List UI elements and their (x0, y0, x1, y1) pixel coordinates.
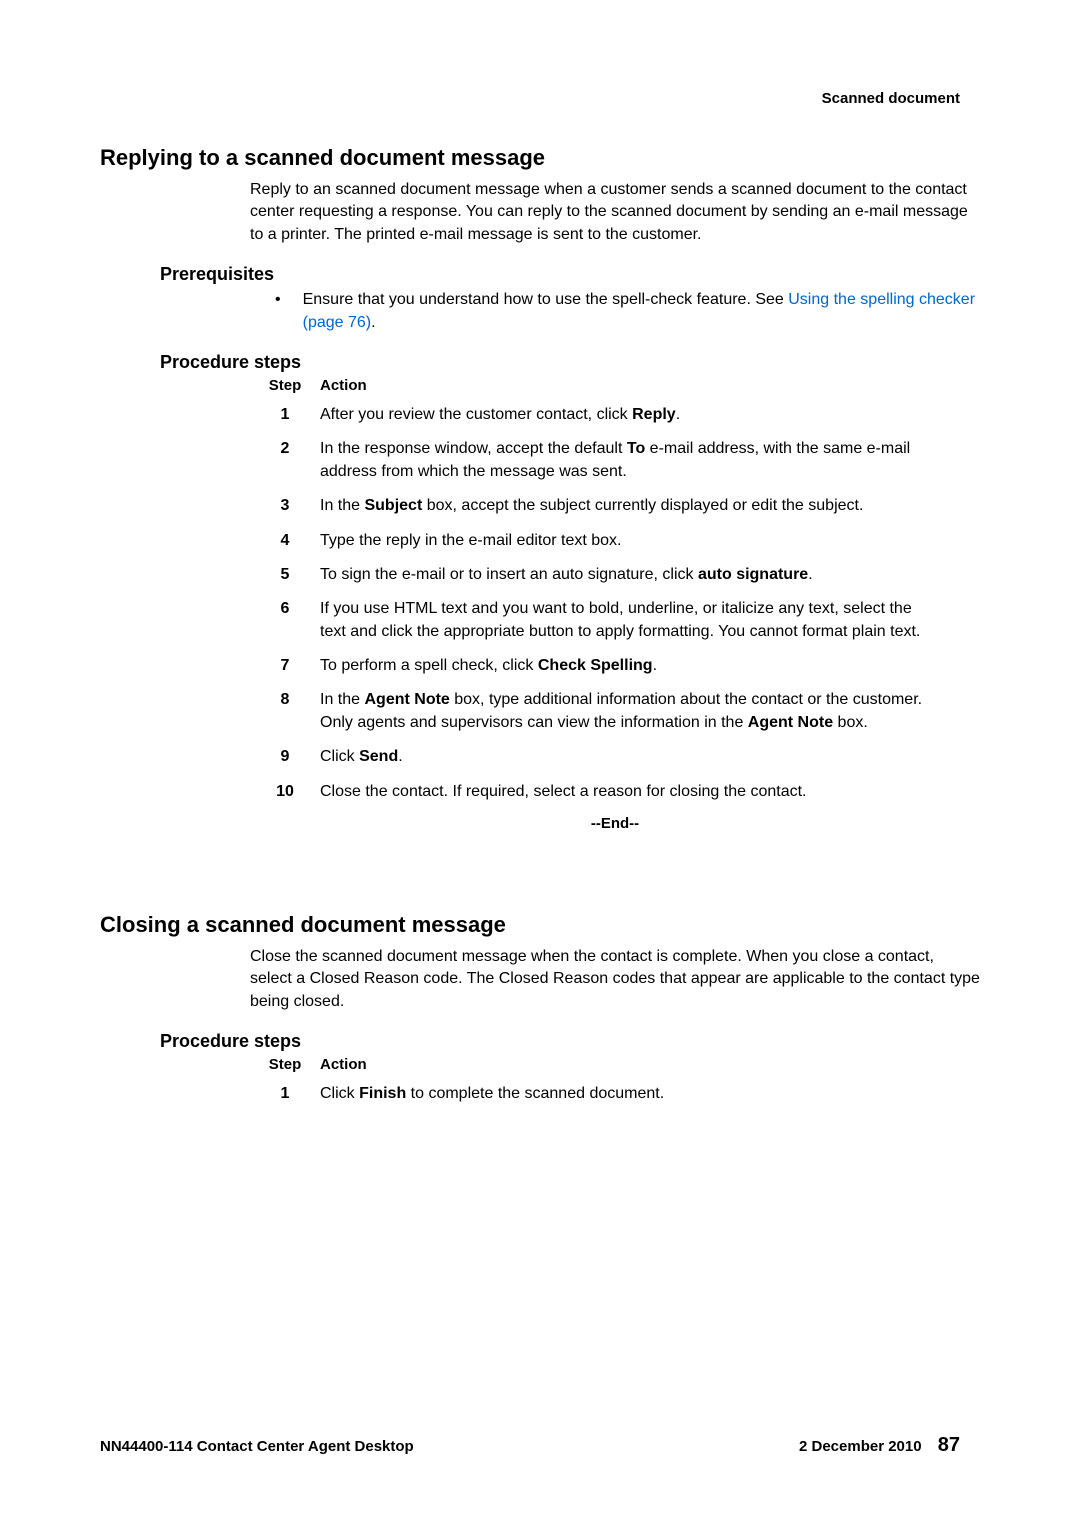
step-number: 9 (250, 746, 320, 768)
step-bold: Subject (364, 497, 422, 514)
step-number: 10 (250, 781, 320, 803)
step-row: 7 To perform a spell check, click Check … (250, 655, 980, 677)
step-row: 6 If you use HTML text and you want to b… (250, 598, 980, 643)
step-number: 1 (250, 404, 320, 426)
step-text: To perform a spell check, click (320, 657, 538, 674)
step-text: box. (833, 714, 868, 731)
step-action: In the Subject box, accept the subject c… (320, 495, 980, 517)
page-content: Replying to a scanned document message R… (100, 145, 980, 1106)
step-number: 8 (250, 689, 320, 734)
procedure-steps-heading-2: Procedure steps (160, 1031, 980, 1052)
step-action: In the Agent Note box, type additional i… (320, 689, 980, 734)
step-text: . (808, 566, 812, 583)
steps-table-2: Step Action 1 Click Finish to complete t… (250, 1056, 980, 1105)
bullet-icon: • (275, 289, 281, 334)
action-header: Action (320, 1056, 980, 1073)
step-bold: Send (359, 748, 398, 765)
step-number: 7 (250, 655, 320, 677)
steps-header-row: Step Action (250, 1056, 980, 1073)
step-text: box, accept the subject currently displa… (422, 497, 863, 514)
step-number: 2 (250, 438, 320, 483)
step-row: 2 In the response window, accept the def… (250, 438, 980, 483)
step-row: 5 To sign the e-mail or to insert an aut… (250, 564, 980, 586)
footer-right: 2 December 2010 87 (799, 1434, 960, 1457)
step-text: After you review the customer contact, c… (320, 406, 632, 423)
step-text: Click (320, 1085, 359, 1102)
prerequisites-list: • Ensure that you understand how to use … (275, 289, 980, 334)
prerequisites-heading: Prerequisites (160, 264, 980, 285)
end-marker: --End-- (250, 815, 980, 832)
step-row: 1 After you review the customer contact,… (250, 404, 980, 426)
step-text: If you use HTML text and you want to bol… (320, 600, 920, 639)
action-header: Action (320, 377, 980, 394)
header-section-label: Scanned document (822, 90, 960, 107)
step-text: In the (320, 497, 364, 514)
prerequisite-item: • Ensure that you understand how to use … (275, 289, 980, 334)
step-header: Step (250, 1056, 320, 1073)
step-number: 6 (250, 598, 320, 643)
step-bold: Check Spelling (538, 657, 653, 674)
step-row: 1 Click Finish to complete the scanned d… (250, 1083, 980, 1105)
step-text: Type the reply in the e-mail editor text… (320, 532, 621, 549)
step-action: Close the contact. If required, select a… (320, 781, 980, 803)
prereq-text-suffix: . (371, 314, 375, 331)
step-bold: Reply (632, 406, 676, 423)
step-header: Step (250, 377, 320, 394)
procedure-steps-heading-1: Procedure steps (160, 352, 980, 373)
prereq-text-prefix: Ensure that you understand how to use th… (303, 291, 789, 308)
section1-intro: Reply to an scanned document message whe… (250, 179, 980, 246)
step-action: After you review the customer contact, c… (320, 404, 980, 426)
section2-title: Closing a scanned document message (100, 912, 980, 938)
step-number: 1 (250, 1083, 320, 1105)
step-bold: auto signature (698, 566, 808, 583)
step-row: 4 Type the reply in the e-mail editor te… (250, 530, 980, 552)
step-bold: Agent Note (748, 714, 833, 731)
step-action: Type the reply in the e-mail editor text… (320, 530, 980, 552)
step-action: If you use HTML text and you want to bol… (320, 598, 980, 643)
step-action: In the response window, accept the defau… (320, 438, 980, 483)
footer-date: 2 December 2010 (799, 1438, 922, 1455)
step-text: . (653, 657, 657, 674)
footer-doc-id: NN44400-114 Contact Center Agent Desktop (100, 1438, 414, 1455)
step-action: To sign the e-mail or to insert an auto … (320, 564, 980, 586)
step-text: to complete the scanned document. (406, 1085, 664, 1102)
step-bold: Finish (359, 1085, 406, 1102)
step-action: Click Finish to complete the scanned doc… (320, 1083, 980, 1105)
step-bold: To (627, 440, 645, 457)
section2-intro: Close the scanned document message when … (250, 946, 980, 1013)
step-row: 3 In the Subject box, accept the subject… (250, 495, 980, 517)
step-text: . (398, 748, 402, 765)
step-action: Click Send. (320, 746, 980, 768)
step-action: To perform a spell check, click Check Sp… (320, 655, 980, 677)
step-number: 5 (250, 564, 320, 586)
step-bold: Agent Note (364, 691, 449, 708)
step-row: 10 Close the contact. If required, selec… (250, 781, 980, 803)
page-number: 87 (938, 1434, 960, 1456)
step-text: Click (320, 748, 359, 765)
step-text: Close the contact. If required, select a… (320, 783, 806, 800)
steps-table-1: Step Action 1 After you review the custo… (250, 377, 980, 803)
page-footer: NN44400-114 Contact Center Agent Desktop… (100, 1434, 960, 1457)
steps-header-row: Step Action (250, 377, 980, 394)
step-number: 4 (250, 530, 320, 552)
step-number: 3 (250, 495, 320, 517)
step-text: In the (320, 691, 364, 708)
section1-title: Replying to a scanned document message (100, 145, 980, 171)
step-row: 8 In the Agent Note box, type additional… (250, 689, 980, 734)
step-text: In the response window, accept the defau… (320, 440, 627, 457)
step-text: To sign the e-mail or to insert an auto … (320, 566, 698, 583)
step-row: 9 Click Send. (250, 746, 980, 768)
prerequisite-text: Ensure that you understand how to use th… (303, 289, 980, 334)
step-text: . (676, 406, 680, 423)
